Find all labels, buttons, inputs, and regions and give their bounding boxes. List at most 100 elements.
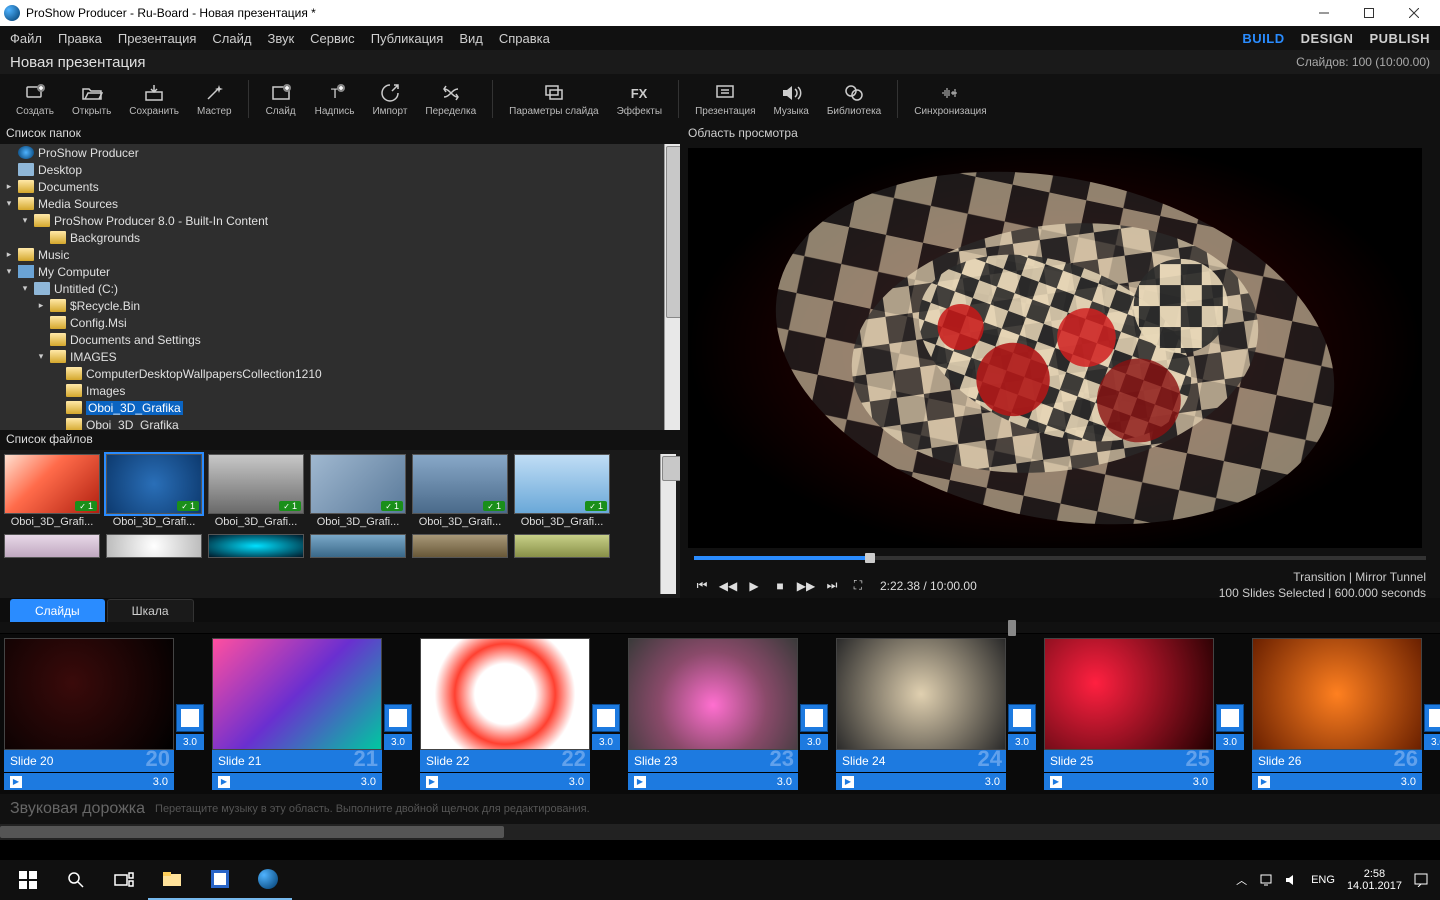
transition-duration[interactable]: 3.0 <box>592 734 620 750</box>
file-thumb[interactable] <box>514 534 610 558</box>
task-explorer[interactable] <box>148 860 196 900</box>
audio-track[interactable]: Звуковая дорожка Перетащите музыку в эту… <box>0 794 1440 824</box>
play-button[interactable]: ▶ <box>746 578 762 594</box>
file-thumb[interactable]: 1Oboi_3D_Grafi... <box>106 454 202 528</box>
tab-scale[interactable]: Шкала <box>107 599 194 622</box>
file-thumb[interactable] <box>4 534 100 558</box>
search-button[interactable] <box>52 860 100 900</box>
minimize-button[interactable] <box>1301 0 1346 26</box>
next-button[interactable]: ▶▶ <box>798 578 814 594</box>
tool-slide[interactable]: Слайд <box>257 80 305 119</box>
timeline[interactable]: Slide 2020 ▶3.0 3.0 Slide 2121 ▶3.0 3.0 … <box>0 634 1440 794</box>
tool-caption[interactable]: TНадпись <box>307 80 363 119</box>
menu-sound[interactable]: Звук <box>267 31 294 46</box>
tool-music[interactable]: Музыка <box>765 80 816 119</box>
mode-build[interactable]: BUILD <box>1242 31 1284 46</box>
tree-item[interactable]: Oboi_3D_Grafika <box>0 399 664 416</box>
tool-master[interactable]: Мастер <box>189 80 240 119</box>
playhead-icon[interactable] <box>1008 620 1016 636</box>
tree-item[interactable]: ▾Untitled (C:) <box>0 280 664 297</box>
tree-scrollbar[interactable] <box>664 144 680 430</box>
transition-icon[interactable] <box>800 704 828 732</box>
tree-item[interactable]: Documents and Settings <box>0 331 664 348</box>
tray-notifications-icon[interactable] <box>1414 873 1428 887</box>
file-thumb[interactable] <box>412 534 508 558</box>
timeline-scrollbar[interactable] <box>0 824 1440 840</box>
transition-icon[interactable] <box>176 704 204 732</box>
tree-item[interactable]: ▸Documents <box>0 178 664 195</box>
tree-item[interactable]: ▾My Computer <box>0 263 664 280</box>
transition-duration[interactable]: 3.0 <box>176 734 204 750</box>
taskview-button[interactable] <box>100 860 148 900</box>
transition-duration[interactable]: 3.0 <box>800 734 828 750</box>
file-thumb[interactable]: 1Oboi_3D_Grafi... <box>208 454 304 528</box>
file-thumb[interactable]: 1Oboi_3D_Grafi... <box>4 454 100 528</box>
tree-item[interactable]: ▾IMAGES <box>0 348 664 365</box>
tree-item[interactable]: ▾Media Sources <box>0 195 664 212</box>
tree-item[interactable]: Desktop <box>0 161 664 178</box>
timeline-slide[interactable]: Slide 2424 ▶3.0 3.0 <box>836 638 1036 790</box>
preview-slider[interactable] <box>694 556 1426 560</box>
menu-help[interactable]: Справка <box>499 31 550 46</box>
last-button[interactable]: ⏭ <box>824 578 840 594</box>
tool-effects[interactable]: FXЭффекты <box>609 80 670 119</box>
tree-item[interactable]: ▸Music <box>0 246 664 263</box>
transition-icon[interactable] <box>1008 704 1036 732</box>
tree-item[interactable]: Backgrounds <box>0 229 664 246</box>
timeline-slide[interactable]: Slide 2323 ▶3.0 3.0 <box>628 638 828 790</box>
timeline-slide[interactable]: Slide 2121 ▶3.0 3.0 <box>212 638 412 790</box>
menu-view[interactable]: Вид <box>459 31 483 46</box>
timeline-slide[interactable]: Slide 2222 ▶3.0 3.0 <box>420 638 620 790</box>
tool-slideoptions[interactable]: Параметры слайда <box>501 80 606 119</box>
file-thumb[interactable] <box>310 534 406 558</box>
files-scrollbar[interactable] <box>660 454 676 594</box>
tool-open[interactable]: Открыть <box>64 80 119 119</box>
transition-icon[interactable] <box>1424 704 1440 732</box>
tree-item[interactable]: Oboi_3D_Grafika <box>0 416 664 430</box>
tree-item[interactable]: ComputerDesktopWallpapersCollection1210 <box>0 365 664 382</box>
task-app2[interactable] <box>196 860 244 900</box>
start-button[interactable] <box>4 860 52 900</box>
transition-duration[interactable]: 3.0 <box>384 734 412 750</box>
tree-item[interactable]: Images <box>0 382 664 399</box>
transition-duration[interactable]: 3.0 <box>1008 734 1036 750</box>
tool-save[interactable]: Сохранить <box>121 80 187 119</box>
tool-remix[interactable]: Переделка <box>417 80 484 119</box>
transition-duration[interactable]: 3.0 <box>1216 734 1244 750</box>
tree-item[interactable]: ProShow Producer <box>0 144 664 161</box>
tree-item[interactable]: Config.Msi <box>0 314 664 331</box>
maximize-button[interactable] <box>1346 0 1391 26</box>
timeline-ruler[interactable] <box>0 622 1440 634</box>
tool-presentation[interactable]: Презентация <box>687 80 763 119</box>
tray-chevron-icon[interactable]: ︿ <box>1236 872 1247 888</box>
task-proshow[interactable] <box>244 860 292 900</box>
tool-import[interactable]: Импорт <box>364 80 415 119</box>
file-thumb[interactable]: 1Oboi_3D_Grafi... <box>514 454 610 528</box>
mode-publish[interactable]: PUBLISH <box>1369 31 1430 46</box>
timeline-slide[interactable]: Slide 2626 ▶3.0 3.0 <box>1252 638 1440 790</box>
first-button[interactable]: ⏮ <box>694 578 710 594</box>
file-thumb[interactable]: 1Oboi_3D_Grafi... <box>412 454 508 528</box>
transition-duration[interactable]: 3.0 <box>1424 734 1440 750</box>
fullscreen-button[interactable]: ⛶ <box>850 578 866 594</box>
tool-new[interactable]: Создать <box>8 80 62 119</box>
close-button[interactable] <box>1391 0 1436 26</box>
tray-lang[interactable]: ENG <box>1311 874 1335 886</box>
stop-button[interactable]: ■ <box>772 578 788 594</box>
tray-clock[interactable]: 2:58 14.01.2017 <box>1347 868 1402 892</box>
menu-publish[interactable]: Публикация <box>371 31 444 46</box>
menu-presentation[interactable]: Презентация <box>118 31 197 46</box>
transition-icon[interactable] <box>1216 704 1244 732</box>
transition-icon[interactable] <box>384 704 412 732</box>
mode-design[interactable]: DESIGN <box>1301 31 1354 46</box>
timeline-slide[interactable]: Slide 2020 ▶3.0 3.0 <box>4 638 204 790</box>
tool-library[interactable]: Библиотека <box>819 80 889 119</box>
menu-slide[interactable]: Слайд <box>212 31 251 46</box>
tree-item[interactable]: ▸$Recycle.Bin <box>0 297 664 314</box>
tool-sync[interactable]: Синхронизация <box>906 80 994 119</box>
tray-network-icon[interactable] <box>1259 873 1273 887</box>
file-thumb[interactable] <box>106 534 202 558</box>
timeline-slide[interactable]: Slide 2525 ▶3.0 3.0 <box>1044 638 1244 790</box>
menu-service[interactable]: Сервис <box>310 31 355 46</box>
file-thumb[interactable] <box>208 534 304 558</box>
